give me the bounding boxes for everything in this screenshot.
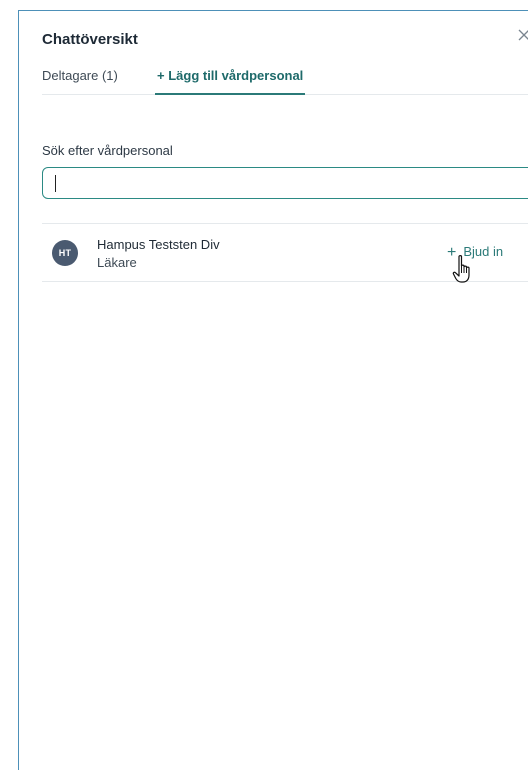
close-icon[interactable] xyxy=(517,28,528,42)
search-label: Sök efter vårdpersonal xyxy=(42,143,173,158)
panel-title: Chattöversikt xyxy=(42,31,138,48)
tab-add-care-staff[interactable]: + Lägg till vårdpersonal xyxy=(155,68,306,95)
tab-participants[interactable]: Deltagare (1) xyxy=(42,68,118,93)
search-combobox[interactable] xyxy=(42,167,528,199)
avatar: HT xyxy=(52,240,78,266)
search-input[interactable] xyxy=(53,173,483,193)
hand-pointer-icon xyxy=(452,255,470,283)
tab-bar: Deltagare (1) + Lägg till vårdpersonal xyxy=(42,68,528,95)
person-role: Läkare xyxy=(97,255,137,270)
chat-overview-panel: Chattöversikt Deltagare (1) + Lägg till … xyxy=(18,10,528,770)
text-caret xyxy=(55,175,56,192)
person-name: Hampus Teststen Div xyxy=(97,237,220,252)
